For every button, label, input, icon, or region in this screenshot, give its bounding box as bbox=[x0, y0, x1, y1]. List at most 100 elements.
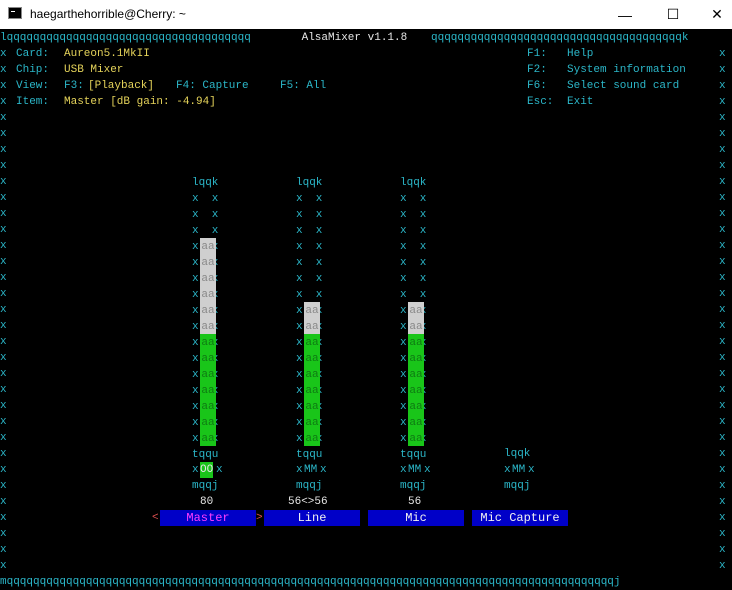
line-value: 56<>56 bbox=[288, 496, 328, 508]
border-right: x bbox=[719, 496, 726, 508]
key-f1: F1: bbox=[527, 48, 547, 60]
border-left: x bbox=[0, 224, 7, 236]
border-right: x bbox=[719, 304, 726, 316]
terminal-icon bbox=[8, 7, 22, 19]
card-label: Card: bbox=[16, 48, 50, 60]
border-left: x bbox=[0, 384, 7, 396]
mic-fader-side: x x bbox=[400, 289, 427, 301]
key-f6: F6: bbox=[527, 80, 547, 92]
border-right: x bbox=[719, 256, 726, 268]
border-right: x bbox=[719, 416, 726, 428]
master-switch-right: x bbox=[216, 464, 223, 476]
close-button[interactable]: ✕ bbox=[694, 0, 732, 29]
master-fader-fill-glyph: aa bbox=[201, 401, 215, 413]
minimize-button[interactable]: — bbox=[602, 0, 648, 29]
window-title: haegarthehorrible@Cherry: ~ bbox=[30, 7, 186, 21]
master-fader-fill-glyph: aa bbox=[201, 433, 215, 445]
channel-tab-mic-capture[interactable]: Mic Capture bbox=[472, 510, 568, 526]
border-right: x bbox=[719, 80, 726, 92]
terminal-area[interactable]: lqqqqqqqqqqqqqqqqqqqqqqqqqqqqqqqqqqqqq A… bbox=[0, 29, 732, 589]
border-right: x bbox=[719, 464, 726, 476]
master-switch-left: x bbox=[192, 464, 199, 476]
border-right: x bbox=[719, 128, 726, 140]
border-right: x bbox=[719, 528, 726, 540]
mic-fader-fill-glyph: aa bbox=[409, 369, 423, 381]
view-capture[interactable]: F4: Capture bbox=[176, 78, 249, 94]
line-fader-side: x x bbox=[296, 273, 323, 285]
mic-capture-switch-right: x bbox=[528, 464, 535, 476]
line-fader-side: x x bbox=[296, 225, 323, 237]
line-mute-switch[interactable]: MM bbox=[304, 462, 317, 478]
channel-tab-mic[interactable]: Mic bbox=[368, 510, 464, 526]
border-right: x bbox=[719, 96, 726, 108]
line-fader-fill-glyph: aa bbox=[305, 305, 319, 317]
border-left: x bbox=[0, 80, 7, 92]
mic-switch-bottom: mqqj bbox=[400, 480, 427, 492]
view-all[interactable]: F5: All bbox=[280, 78, 326, 94]
view-label: View: bbox=[16, 80, 50, 92]
key-esc: Esc: bbox=[527, 96, 554, 108]
line-fader-sep: tqqu bbox=[296, 449, 323, 461]
border-left: x bbox=[0, 400, 7, 412]
border-right: x bbox=[719, 144, 726, 156]
key-f6-desc: Select sound card bbox=[567, 80, 680, 92]
channel-tab-master[interactable]: Master bbox=[160, 510, 256, 526]
border-right: x bbox=[719, 352, 726, 364]
key-f2: F2: bbox=[527, 64, 547, 76]
mic-value: 56 bbox=[408, 496, 422, 508]
border-left: x bbox=[0, 144, 7, 156]
line-fader-fill-glyph: aa bbox=[305, 401, 319, 413]
border-right: x bbox=[719, 432, 726, 444]
mic-fader-top: lqqk bbox=[400, 177, 427, 189]
mic-fader-fill-glyph: aa bbox=[409, 337, 423, 349]
master-fader-sep: tqqu bbox=[192, 449, 219, 461]
line-fader-fill-glyph: aa bbox=[305, 417, 319, 429]
border-right: x bbox=[719, 448, 726, 460]
border-right: x bbox=[719, 176, 726, 188]
border-right: x bbox=[719, 384, 726, 396]
mic-mute-switch[interactable]: MM bbox=[408, 462, 421, 478]
channel-tab-line[interactable]: Line bbox=[264, 510, 360, 526]
line-fader-fill-glyph: aa bbox=[305, 337, 319, 349]
key-f2-desc: System information bbox=[567, 64, 686, 76]
border-left: x bbox=[0, 96, 7, 108]
border-right: x bbox=[719, 160, 726, 172]
border-left: x bbox=[0, 416, 7, 428]
border-right: x bbox=[719, 112, 726, 124]
border-right: x bbox=[719, 208, 726, 220]
mixer-title: AlsaMixer v1.1.8 bbox=[295, 32, 414, 44]
line-switch-left: x bbox=[296, 464, 303, 476]
border-left: x bbox=[0, 208, 7, 220]
master-fader-fill-glyph: aa bbox=[201, 385, 215, 397]
mic-fader-side: x x bbox=[400, 273, 427, 285]
view-playback-active[interactable]: [Playback] bbox=[88, 78, 154, 94]
mic-capture-mute-switch[interactable]: MM bbox=[512, 462, 525, 478]
master-fader-fill-glyph: aa bbox=[201, 241, 215, 253]
border-top-right: qqqqqqqqqqqqqqqqqqqqqqqqqqqqqqqqqqqqqqk bbox=[431, 32, 689, 44]
view-f3-key[interactable]: F3: bbox=[64, 78, 84, 94]
line-fader-fill-glyph: aa bbox=[305, 369, 319, 381]
border-right: x bbox=[719, 400, 726, 412]
border-left: x bbox=[0, 304, 7, 316]
mic-fader-fill-glyph: aa bbox=[409, 305, 423, 317]
line-fader-fill-glyph: aa bbox=[305, 385, 319, 397]
mic-switch-left: x bbox=[400, 464, 407, 476]
master-switch-bottom: mqqj bbox=[192, 480, 219, 492]
item-label: Item: bbox=[16, 96, 50, 108]
master-fader-fill-glyph: aa bbox=[201, 289, 215, 301]
master-fader-fill-glyph: aa bbox=[201, 369, 215, 381]
border-bottom: mqqqqqqqqqqqqqqqqqqqqqqqqqqqqqqqqqqqqqqq… bbox=[0, 576, 621, 588]
border-left: x bbox=[0, 160, 7, 172]
border-right: x bbox=[719, 240, 726, 252]
master-mute-switch[interactable]: OO bbox=[200, 462, 214, 478]
key-esc-desc: Exit bbox=[567, 96, 594, 108]
master-fader-side: x x bbox=[192, 209, 219, 221]
mic-fader-fill-glyph: aa bbox=[409, 433, 423, 445]
maximize-button[interactable]: ☐ bbox=[650, 0, 696, 29]
border-right: x bbox=[719, 512, 726, 524]
line-switch-right: x bbox=[320, 464, 327, 476]
mic-fader-side: x x bbox=[400, 257, 427, 269]
border-right: x bbox=[719, 64, 726, 76]
line-fader-side: x x bbox=[296, 257, 323, 269]
master-fader-fill-glyph: aa bbox=[201, 257, 215, 269]
